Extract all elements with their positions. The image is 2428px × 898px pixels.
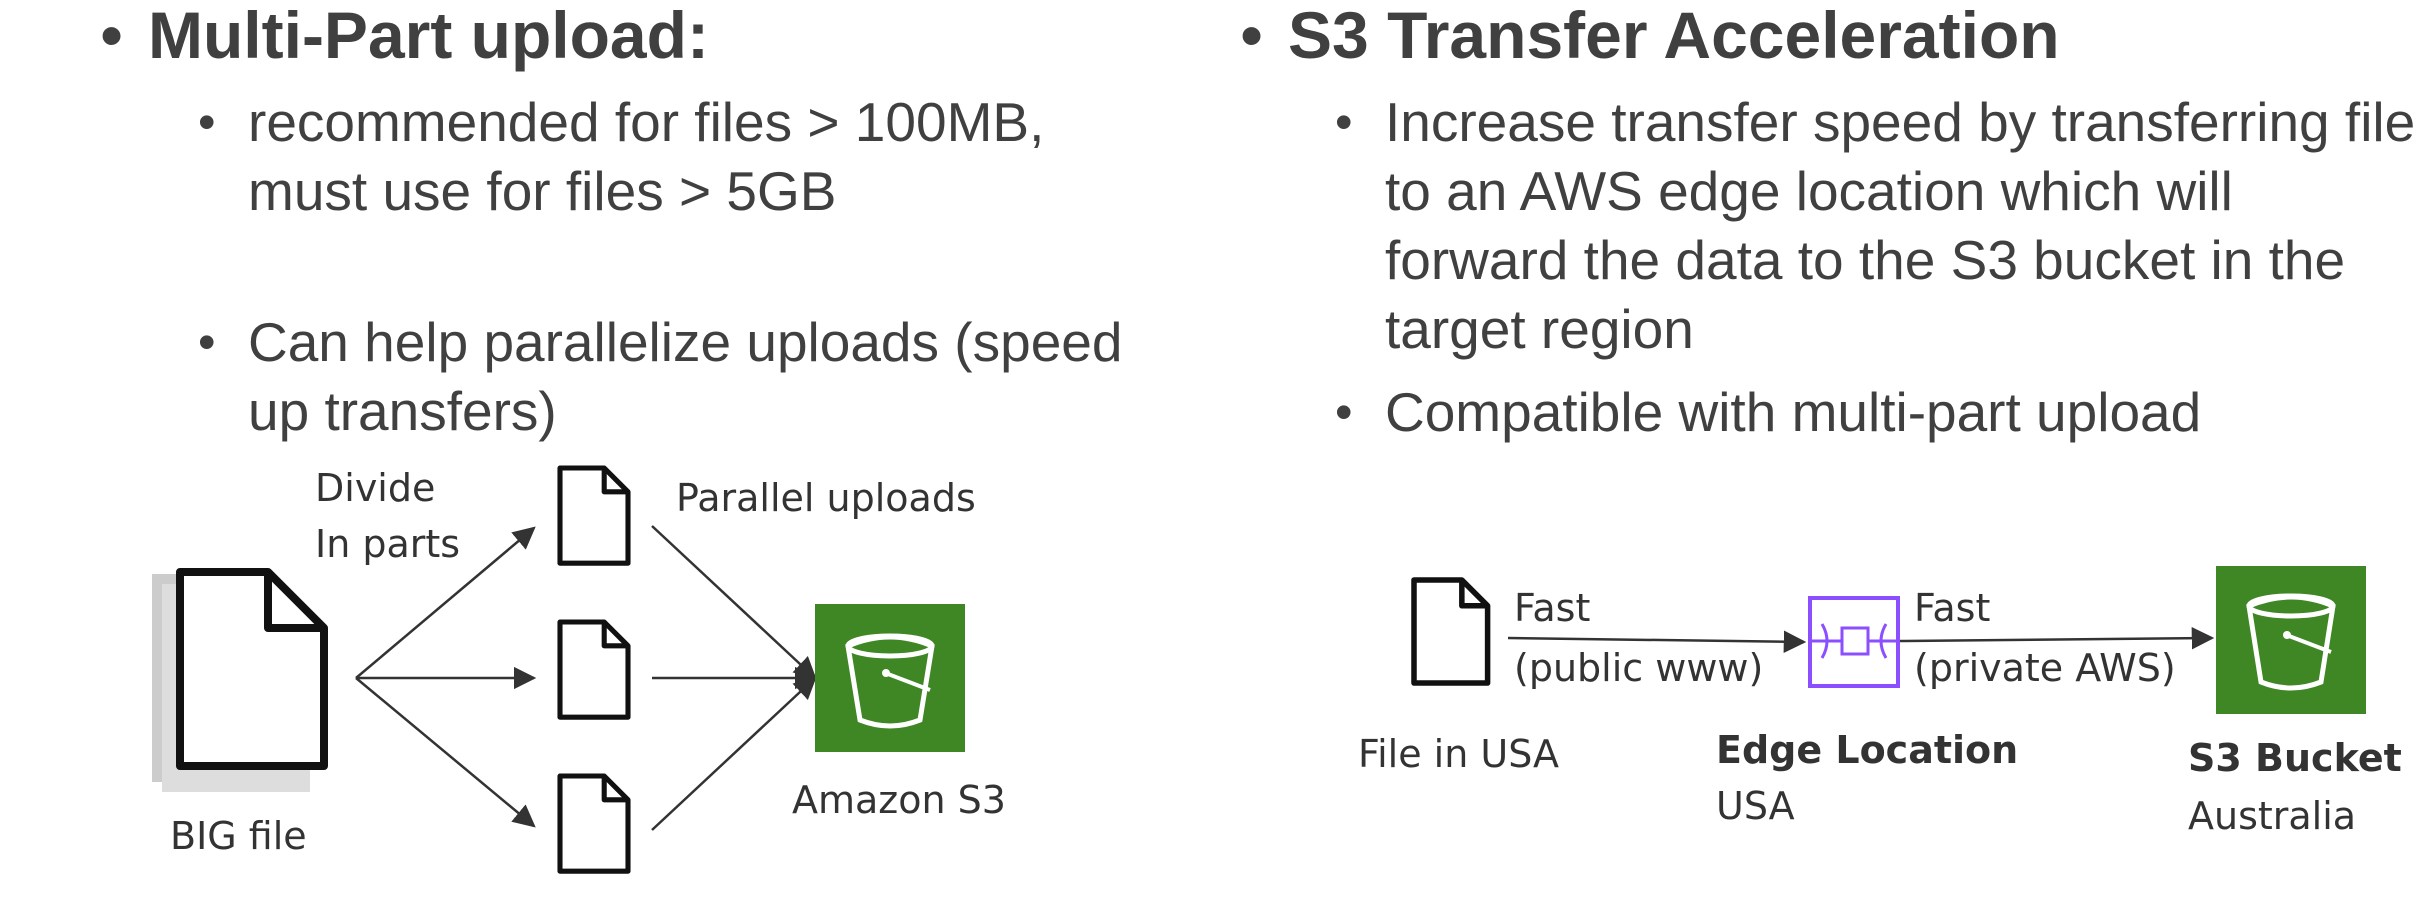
diagrams-canvas xyxy=(152,0,2366,898)
parallel-uploads-label: Parallel uploads xyxy=(676,476,976,520)
amazon-s3-label: Amazon S3 xyxy=(792,778,1006,822)
big-file-icon xyxy=(152,568,328,792)
document-icon xyxy=(1414,580,1488,683)
big-file-label: BIG file xyxy=(170,814,307,858)
edge-location-icon xyxy=(1808,596,1900,688)
fast-public-label: Fast xyxy=(1514,586,1591,630)
document-icon xyxy=(560,622,628,717)
document-icon xyxy=(560,776,628,871)
upload-arrow-top xyxy=(651,525,817,680)
upload-arrow-bottom xyxy=(651,676,817,831)
public-www-label: (public www) xyxy=(1514,646,1764,690)
edge-location-region: USA xyxy=(1716,784,1795,828)
s3-bucket-title: S3 Bucket xyxy=(2188,736,2402,780)
edge-location-title: Edge Location xyxy=(1716,728,2019,772)
s3-bucket-region: Australia xyxy=(2188,794,2357,838)
fast-private-label: Fast xyxy=(1914,586,1991,630)
s3-bucket-icon xyxy=(2216,566,2366,714)
s3-bucket-icon xyxy=(815,604,965,752)
in-parts-label: In parts xyxy=(315,522,461,566)
divide-arrow-bottom xyxy=(355,677,536,828)
document-icon xyxy=(560,468,628,563)
file-in-usa-label: File in USA xyxy=(1358,732,1560,776)
divide-label: Divide xyxy=(315,466,436,510)
private-aws-label: (private AWS) xyxy=(1914,646,2176,690)
